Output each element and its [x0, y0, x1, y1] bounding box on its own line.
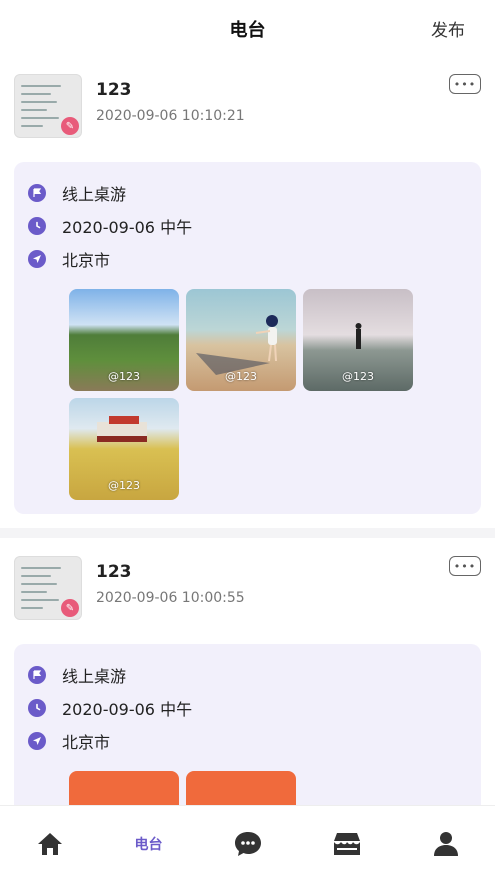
chat-icon	[234, 831, 261, 856]
activity-row: 线上桌游	[28, 658, 467, 691]
event-card[interactable]: 线上桌游 2020-09-06 中午 北京市 @123 @123 @123 @1…	[14, 162, 481, 514]
bottom-tab-bar: 电台	[0, 805, 495, 881]
post-header: ✎ 123 2020-09-06 10:10:21 •••	[14, 74, 481, 142]
date-row: 2020-09-06 中午	[28, 691, 467, 724]
date-row: 2020-09-06 中午	[28, 209, 467, 242]
event-city: 北京市	[62, 250, 111, 270]
username[interactable]: 123	[96, 80, 245, 100]
tab-messages[interactable]	[198, 806, 297, 881]
activity-row: 线上桌游	[28, 176, 467, 209]
event-date: 2020-09-06 中午	[62, 217, 193, 237]
post-timestamp: 2020-09-06 10:00:55	[96, 590, 245, 606]
post-timestamp: 2020-09-06 10:10:21	[96, 108, 245, 124]
badge-icon: ✎	[61, 117, 79, 135]
top-bar: 电台 发布	[0, 0, 495, 56]
photo-orange-text[interactable]: 郎咨	[186, 771, 296, 805]
photo-grid: 郎打 郎咨	[69, 771, 419, 805]
activity-label: 线上桌游	[62, 666, 127, 686]
user-icon	[433, 831, 458, 856]
post-card: ✎ 123 2020-09-06 10:00:55 ••• 线上桌游 2020-…	[0, 538, 495, 805]
tab-store[interactable]	[297, 806, 396, 881]
tab-radio[interactable]: 电台	[99, 806, 198, 881]
flag-icon	[28, 665, 46, 684]
feed-list[interactable]: ✎ 123 2020-09-06 10:10:21 ••• 线上桌游 2020-…	[0, 56, 495, 805]
location-arrow-icon	[28, 731, 46, 750]
clock-icon	[28, 698, 46, 717]
avatar[interactable]: ✎	[14, 556, 82, 620]
photo-text: 郎打	[88, 796, 160, 805]
photo-tag: @123	[225, 370, 257, 383]
photo-wheat-field[interactable]: @123	[69, 398, 179, 500]
tab-home[interactable]	[0, 806, 99, 881]
page-title: 电台	[229, 20, 266, 41]
photo-beach-child[interactable]: @123	[186, 289, 296, 391]
photo-grid: @123 @123 @123 @123	[69, 289, 419, 500]
clock-icon	[28, 216, 46, 235]
tab-profile[interactable]	[396, 806, 495, 881]
photo-tag: @123	[342, 370, 374, 383]
photo-misty-lake[interactable]: @123	[303, 289, 413, 391]
event-city: 北京市	[62, 732, 111, 752]
photo-tag: @123	[108, 370, 140, 383]
store-icon	[333, 832, 360, 855]
photo-orange-text[interactable]: 郎打	[69, 771, 179, 805]
photo-text: 郎咨	[205, 796, 277, 805]
username[interactable]: 123	[96, 562, 245, 582]
home-icon	[37, 832, 62, 855]
badge-icon: ✎	[61, 599, 79, 617]
event-card[interactable]: 线上桌游 2020-09-06 中午 北京市 郎打 郎咨	[14, 644, 481, 805]
tab-radio-label: 电台	[134, 836, 163, 853]
more-options-button[interactable]: •••	[449, 74, 481, 94]
avatar[interactable]: ✎	[14, 74, 82, 138]
photo-mountain[interactable]: @123	[69, 289, 179, 391]
more-options-button[interactable]: •••	[449, 556, 481, 576]
photo-tag: @123	[108, 479, 140, 492]
event-date: 2020-09-06 中午	[62, 699, 193, 719]
publish-button[interactable]: 发布	[431, 16, 465, 41]
post-card: ✎ 123 2020-09-06 10:10:21 ••• 线上桌游 2020-…	[0, 56, 495, 528]
location-row: 北京市	[28, 242, 467, 275]
location-arrow-icon	[28, 249, 46, 268]
activity-label: 线上桌游	[62, 184, 127, 204]
post-header: ✎ 123 2020-09-06 10:00:55 •••	[14, 556, 481, 624]
location-row: 北京市	[28, 724, 467, 757]
flag-icon	[28, 183, 46, 202]
